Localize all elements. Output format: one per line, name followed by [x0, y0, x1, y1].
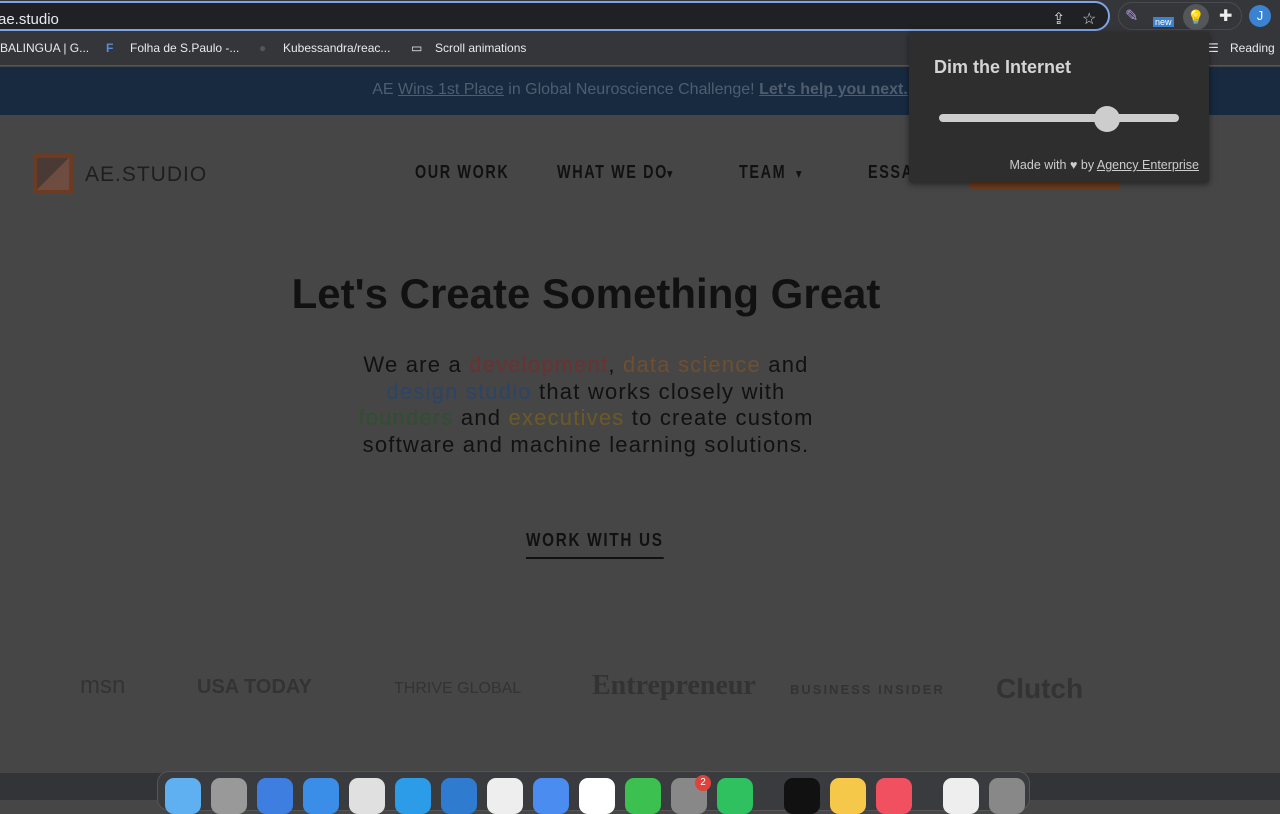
dock-app-spotify-icon[interactable]	[717, 778, 753, 814]
dock-app-chrome-icon[interactable]	[349, 778, 385, 814]
dock-app-terminal-icon[interactable]	[784, 778, 820, 814]
chevron-down-icon[interactable]: ▼	[665, 167, 676, 181]
work-with-us-button[interactable]: WORK WITH US	[526, 530, 664, 559]
hero-title: Let's Create Something Great	[291, 270, 881, 317]
nav-what-we-do[interactable]: WHAT WE DO	[557, 162, 668, 183]
hero-subtitle: We are a development, data science and d…	[358, 352, 814, 457]
browser-toolbar: ae.studio ⇪ ☆ ✎ new 💡 ✚ J	[0, 0, 1280, 33]
dock-app-whatsapp-icon[interactable]	[625, 778, 661, 814]
extension-pen-icon[interactable]: ✎	[1125, 6, 1138, 26]
banner-link[interactable]: Wins 1st Place	[398, 81, 504, 98]
reading-list-button[interactable]: Reading	[1230, 41, 1275, 55]
bookmark-star-icon[interactable]: ☆	[1082, 9, 1096, 29]
press-logo-clutch: Clutch	[996, 673, 1084, 704]
folha-icon: F	[106, 41, 114, 55]
press-logo-business-insider: BUSINESS INSIDER	[790, 682, 945, 697]
dock-app-docker-icon[interactable]	[395, 778, 431, 814]
nav-team[interactable]: TEAM	[739, 162, 786, 183]
reading-list-icon: ☰	[1208, 41, 1219, 55]
dock-app-mongodb-icon[interactable]	[579, 778, 615, 814]
agency-enterprise-link[interactable]: Agency Enterprise	[1097, 158, 1199, 172]
dock-app-launchpad-icon[interactable]	[211, 778, 247, 814]
dock-app-vscode-icon[interactable]	[441, 778, 477, 814]
dim-the-internet-popup: Dim the Internet Made with ♥ by Agency E…	[909, 32, 1209, 182]
notification-badge: 2	[695, 775, 711, 791]
press-logo-usa-today: USA TODAY	[197, 676, 312, 698]
dock-app-slack-icon[interactable]	[487, 778, 523, 814]
press-logo-msn: msn	[80, 672, 126, 699]
popup-footer: Made with ♥ by Agency Enterprise	[1009, 158, 1199, 172]
banner-cta-link[interactable]: Let's help you next.	[759, 81, 908, 98]
dock-app-preview-icon[interactable]	[943, 778, 979, 814]
dim-slider-thumb[interactable]	[1094, 106, 1120, 132]
address-bar[interactable]: ae.studio ⇪ ☆	[0, 1, 1110, 31]
logo[interactable]: AE.STUDIO	[85, 163, 207, 187]
github-icon: ●	[259, 41, 267, 55]
dock-app-zoom-icon[interactable]	[533, 778, 569, 814]
extension-new-badge[interactable]: new	[1153, 17, 1174, 27]
bookmark[interactable]: Kubessandra/reac...	[283, 41, 390, 55]
folder-icon: ▭	[411, 41, 423, 55]
dim-slider-track[interactable]	[939, 114, 1179, 122]
dock-app-trash-icon[interactable]	[989, 778, 1025, 814]
avatar[interactable]: J	[1249, 5, 1271, 27]
extensions-group: ✎ new 💡 ✚	[1118, 2, 1242, 30]
url-text[interactable]: ae.studio	[0, 11, 59, 28]
nav-our-work[interactable]: OUR WORK	[415, 162, 509, 183]
dock-app-music-icon[interactable]	[876, 778, 912, 814]
press-logo-entrepreneur: Entrepreneur	[592, 670, 756, 701]
popup-title: Dim the Internet	[934, 57, 1072, 77]
dock	[157, 771, 1030, 814]
bookmark-folder[interactable]: Scroll animations	[435, 41, 526, 55]
chevron-down-icon[interactable]: ▼	[794, 167, 805, 181]
dock-app-mail-icon[interactable]	[257, 778, 293, 814]
bookmark[interactable]: Folha de S.Paulo -...	[130, 41, 239, 55]
dock-app-finder-icon[interactable]	[165, 778, 201, 814]
dock-app-safari-icon[interactable]	[303, 778, 339, 814]
share-icon[interactable]: ⇪	[1052, 9, 1065, 29]
bookmark[interactable]: BALINGUA | G...	[0, 41, 89, 55]
press-logo-thrive-global: THRIVE GLOBAL	[394, 680, 522, 697]
lightbulb-icon[interactable]: 💡	[1183, 4, 1209, 30]
dock-app-notes-icon[interactable]	[830, 778, 866, 814]
puzzle-icon[interactable]: ✚	[1219, 6, 1232, 26]
logo-mark[interactable]	[33, 154, 73, 194]
